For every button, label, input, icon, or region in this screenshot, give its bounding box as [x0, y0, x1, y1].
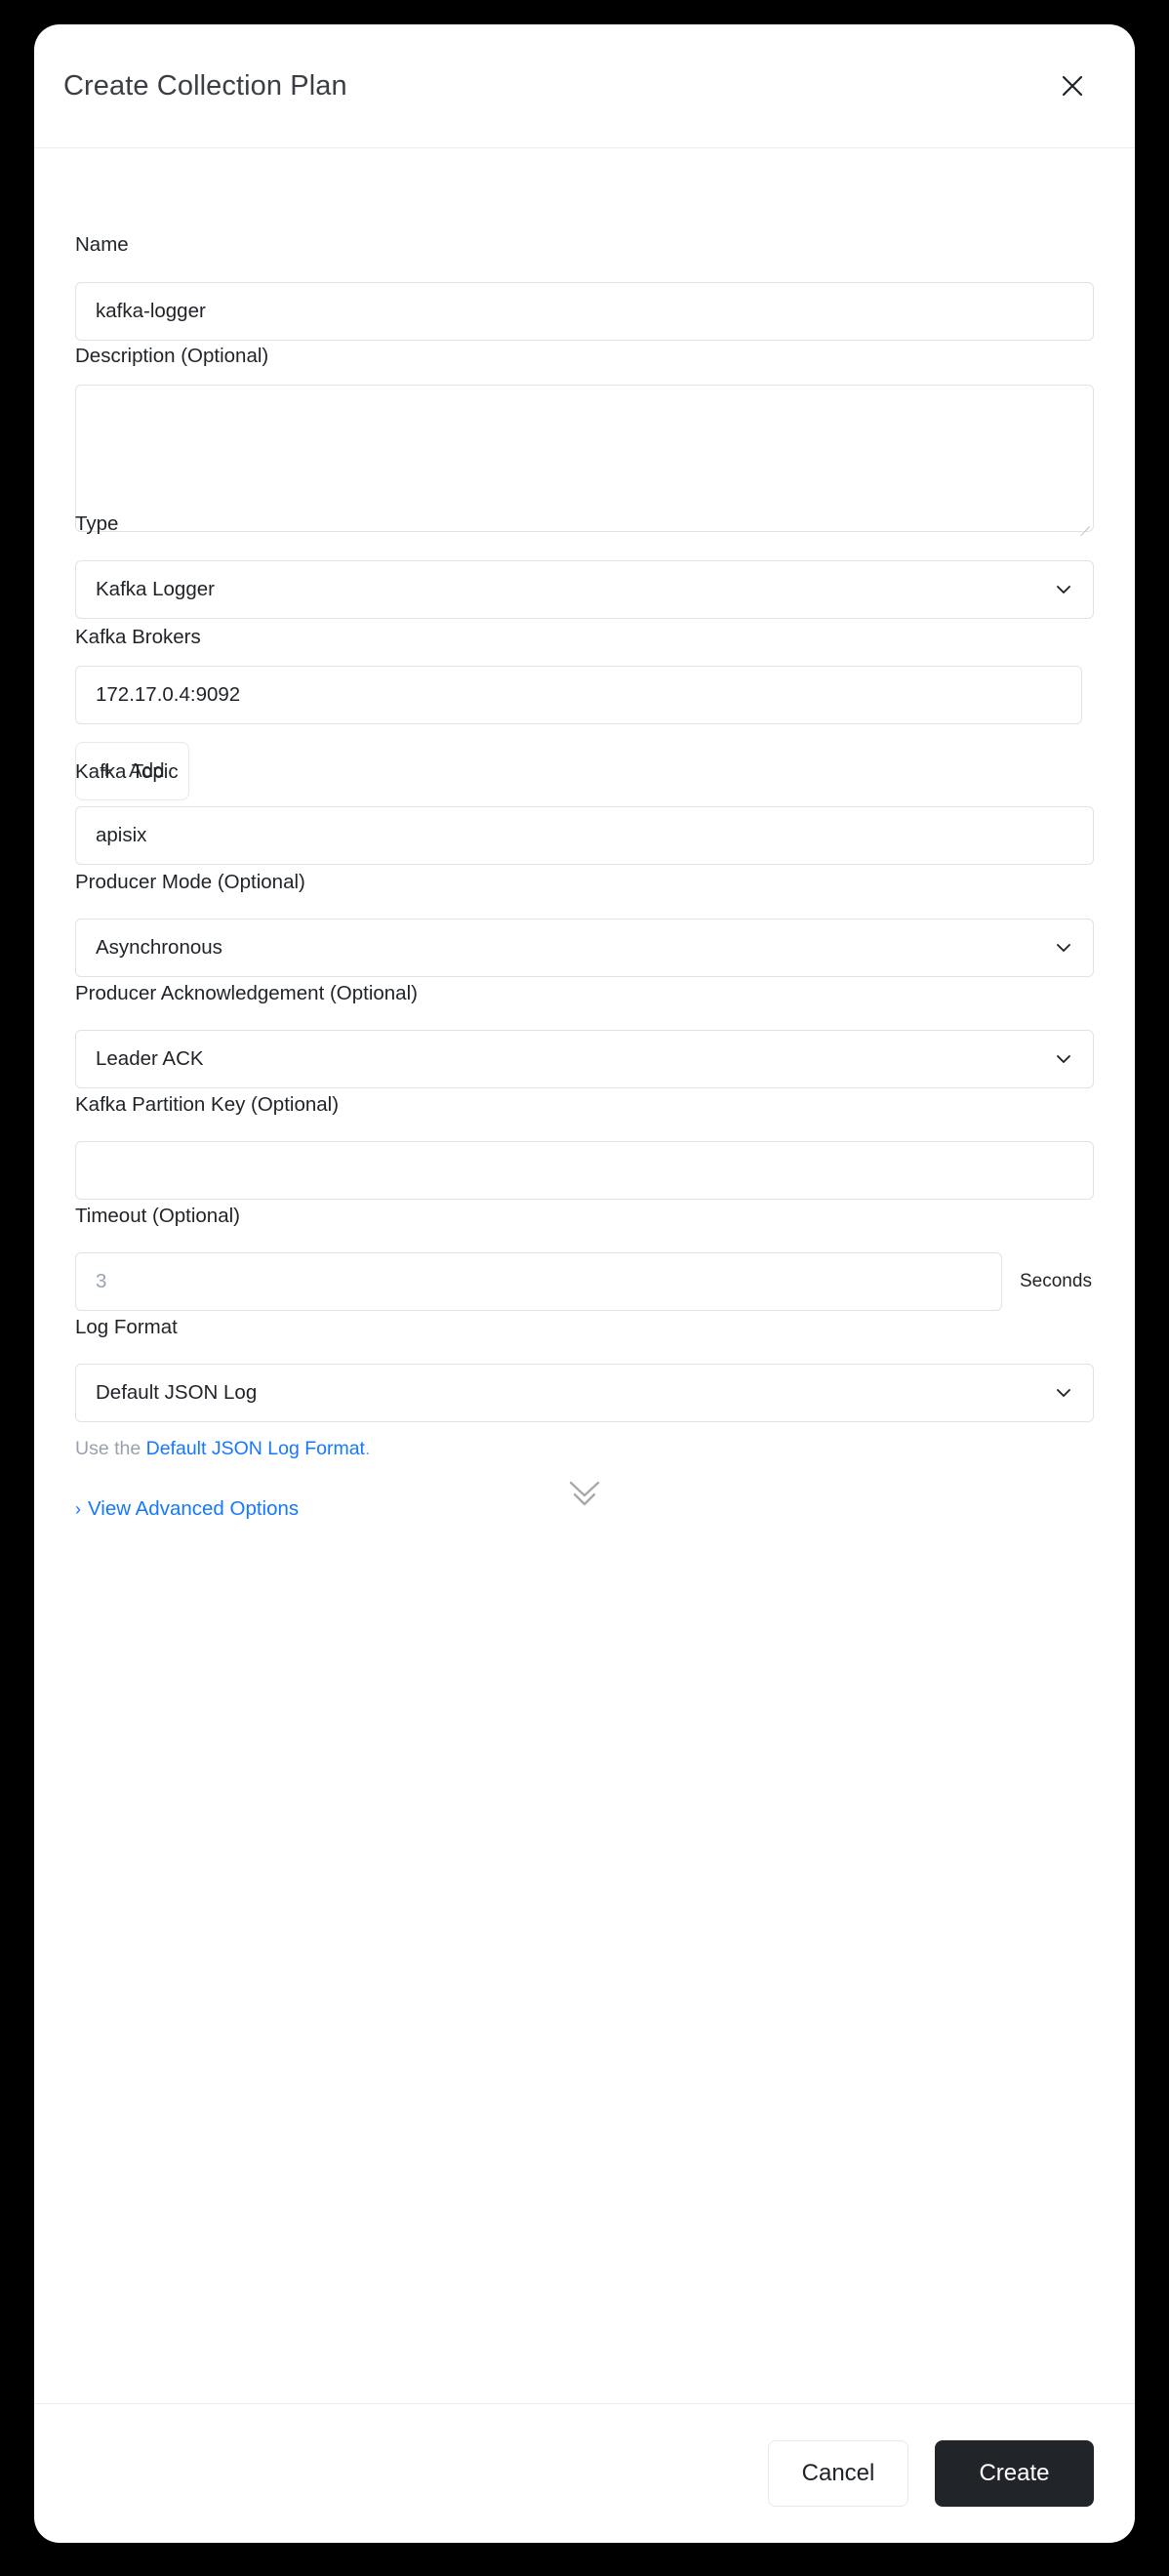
field-producer-acknowledgement: Producer Acknowledgement (Optional) — [75, 981, 418, 1007]
view-advanced-options-link[interactable]: › View Advanced Options — [75, 1497, 299, 1521]
name-input-value: kafka-logger — [96, 300, 206, 322]
default-json-log-format-link[interactable]: Default JSON Log Format — [146, 1438, 365, 1459]
log-format-select[interactable]: Default JSON Log — [75, 1364, 1094, 1422]
kafka-brokers-input[interactable]: 172.17.0.4:9092 — [75, 666, 1082, 724]
field-timeout: Timeout (Optional) — [75, 1204, 240, 1230]
producer-mode-select[interactable]: Asynchronous — [75, 919, 1094, 977]
log-format-hint: Use the Default JSON Log Format. — [75, 1437, 370, 1461]
chevron-down-icon — [1054, 938, 1073, 958]
dialog-footer: Cancel Create — [34, 2403, 1135, 2543]
resize-handle-icon[interactable] — [1076, 514, 1090, 537]
chevron-down-icon — [1054, 1383, 1073, 1403]
timeout-placeholder: 3 — [96, 1270, 107, 1292]
chevron-down-icon — [1054, 1049, 1073, 1069]
field-description: Description (Optional) — [75, 344, 268, 370]
producer-mode-value: Asynchronous — [96, 936, 222, 959]
type-select[interactable]: Kafka Logger — [75, 560, 1094, 619]
partition-key-input[interactable] — [75, 1141, 1094, 1200]
name-input[interactable]: kafka-logger — [75, 282, 1094, 341]
log-format-value: Default JSON Log — [96, 1381, 258, 1404]
cancel-button[interactable]: Cancel — [768, 2440, 908, 2507]
dialog-header: Create Collection Plan — [34, 24, 1135, 148]
timeout-row: 3 Seconds — [75, 1252, 1092, 1311]
description-textarea[interactable] — [75, 385, 1094, 537]
log-format-hint-suffix: . — [364, 1438, 371, 1459]
timeout-label: Timeout (Optional) — [75, 1205, 240, 1227]
log-format-hint-prefix: Use the — [75, 1438, 146, 1459]
type-select-value: Kafka Logger — [96, 578, 215, 600]
timeout-input[interactable]: 3 — [75, 1252, 1002, 1311]
field-kafka-brokers: Kafka Brokers — [75, 625, 201, 651]
page-title: Create Collection Plan — [63, 69, 347, 102]
chevron-right-icon: › — [75, 1499, 81, 1519]
field-log-format: Log Format — [75, 1315, 178, 1341]
description-label: Description (Optional) — [75, 345, 269, 367]
kafka-topic-input[interactable]: apisix — [75, 806, 1094, 865]
name-label: Name — [75, 233, 129, 256]
producer-mode-label: Producer Mode (Optional) — [75, 871, 305, 893]
field-name: Name — [75, 232, 129, 259]
chevron-down-icon — [1054, 580, 1073, 599]
kafka-topic-label: Kafka Topic — [75, 760, 179, 783]
producer-ack-label: Producer Acknowledgement (Optional) — [75, 982, 418, 1004]
view-advanced-options-label: View Advanced Options — [88, 1497, 300, 1520]
producer-ack-value: Leader ACK — [96, 1047, 204, 1070]
field-producer-mode: Producer Mode (Optional) — [75, 870, 305, 896]
create-button[interactable]: Create — [935, 2440, 1094, 2507]
timeout-unit-label: Seconds — [1020, 1271, 1092, 1291]
close-icon[interactable] — [1051, 64, 1094, 107]
dialog-body: Name kafka-logger Description (Optional)… — [34, 148, 1135, 2403]
log-format-label: Log Format — [75, 1316, 178, 1338]
partition-key-label: Kafka Partition Key (Optional) — [75, 1093, 340, 1116]
field-type: Type — [75, 511, 118, 538]
field-partition-key: Kafka Partition Key (Optional) — [75, 1092, 339, 1119]
kafka-brokers-label: Kafka Brokers — [75, 626, 201, 648]
create-collection-plan-dialog: Create Collection Plan Name kafka-logger… — [34, 24, 1135, 2543]
type-label: Type — [75, 512, 119, 535]
kafka-brokers-value: 172.17.0.4:9092 — [96, 683, 241, 706]
producer-ack-select[interactable]: Leader ACK — [75, 1030, 1094, 1088]
kafka-topic-value: apisix — [96, 824, 147, 846]
